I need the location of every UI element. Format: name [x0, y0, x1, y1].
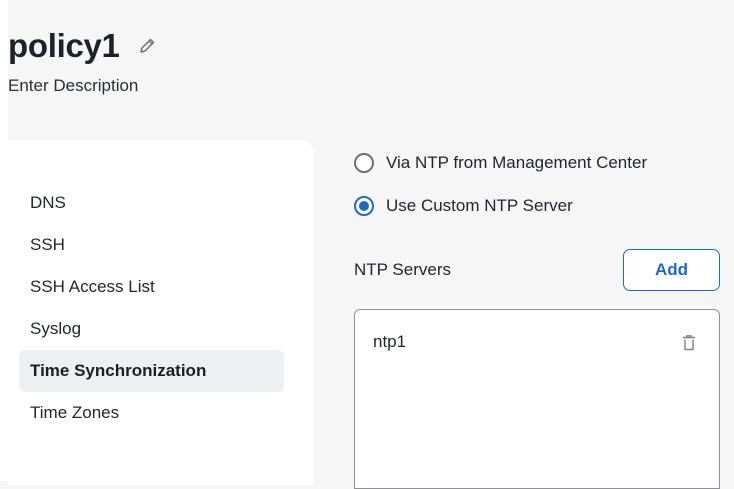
radio-custom-ntp-server[interactable] [354, 196, 374, 216]
sidebar-item-dns[interactable]: DNS [19, 182, 284, 224]
option-via-management-center[interactable]: Via NTP from Management Center [354, 153, 647, 173]
left-edge [0, 0, 8, 481]
ntp-servers-label: NTP Servers [354, 260, 451, 279]
pencil-icon[interactable] [136, 35, 158, 57]
add-button[interactable]: Add [623, 249, 720, 291]
time-sync-panel: Via NTP from Management Center Use Custo… [314, 118, 734, 489]
list-item: ntp1 [355, 310, 719, 358]
title-row: policy1 [8, 26, 158, 66]
option-custom-ntp-server[interactable]: Use Custom NTP Server [354, 196, 573, 216]
settings-sidebar: DNS SSH SSH Access List Syslog Time Sync… [8, 140, 314, 485]
radio-label: Via NTP from Management Center [386, 153, 648, 172]
sidebar-item-syslog[interactable]: Syslog [19, 308, 284, 350]
sidebar-item-ssh-access-list[interactable]: SSH Access List [19, 266, 284, 308]
ntp-server-list: ntp1 [354, 309, 720, 489]
sidebar-item-time-synchronization[interactable]: Time Synchronization [19, 350, 284, 392]
trash-icon[interactable] [681, 334, 697, 352]
description-field[interactable]: Enter Description [8, 76, 138, 96]
policy-header: policy1 Enter Description [8, 8, 734, 118]
page-title: policy1 [8, 27, 120, 64]
radio-via-management-center[interactable] [354, 153, 374, 173]
nav-list: DNS SSH SSH Access List Syslog Time Sync… [19, 182, 284, 434]
sidebar-item-ssh[interactable]: SSH [19, 224, 284, 266]
sidebar-item-time-zones[interactable]: Time Zones [19, 392, 284, 434]
radio-label: Use Custom NTP Server [386, 196, 573, 215]
server-name: ntp1 [373, 332, 407, 351]
